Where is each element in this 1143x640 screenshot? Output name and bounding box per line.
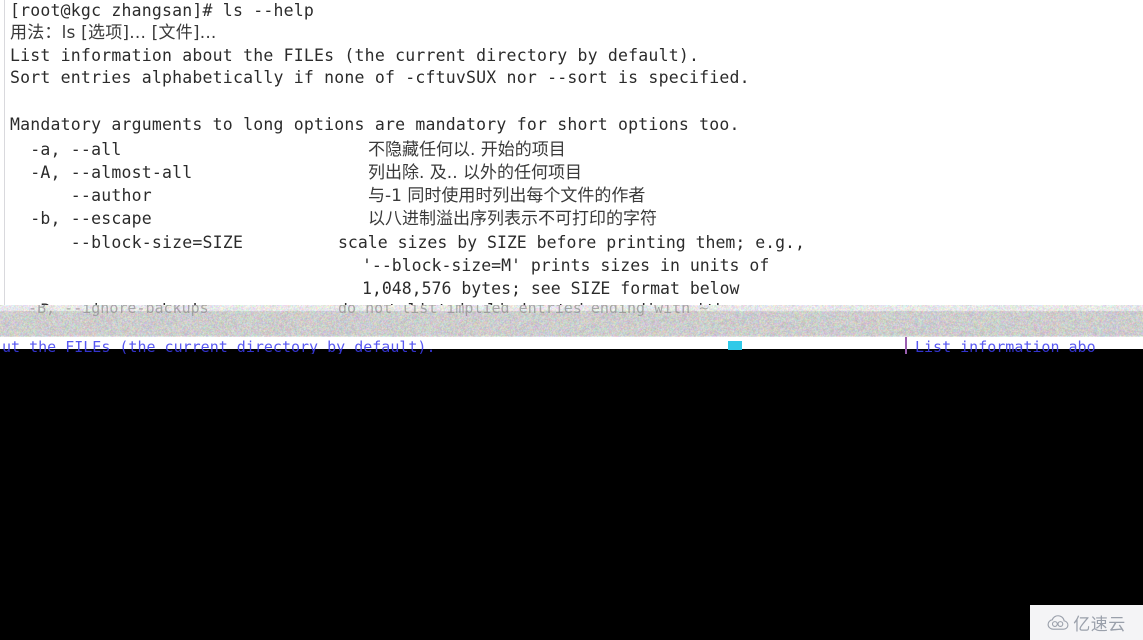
watermark-text: 亿速云 (1073, 615, 1126, 635)
shell-prompt-line: [root@kgc zhangsan]# ls --help (10, 1, 315, 20)
terminal-output-pane: [root@kgc zhangsan]# ls --help 用法：ls [选项… (0, 0, 1143, 305)
block-size-continuation-line-2: 1,048,576 bytes; see SIZE format below (362, 279, 740, 298)
glitch-cyan-block (728, 341, 742, 350)
option-desc-all: 不隐藏任何以. 开始的项目 (368, 140, 566, 160)
option-desc-block-size: scale sizes by SIZE before printing them… (338, 233, 805, 252)
glitch-ghost-text-row: ut the FILEs (the current directory by d… (0, 340, 1143, 354)
option-desc-escape: 以八进制溢出序列表示不可打印的字符 (368, 209, 657, 229)
glitch-ghost-flags: -B, --ignore-backups (10, 305, 209, 317)
empty-black-region (0, 355, 1143, 640)
option-flags-block-size: --block-size=SIZE (10, 233, 244, 252)
option-flags-almost-all: -A, --almost-all (10, 163, 193, 182)
glitch-ghost-text-right: List information abo (915, 340, 1096, 354)
option-flags-all: -a, --all (10, 140, 122, 159)
option-desc-almost-all: 列出除. 及.. 以外的任何项目 (368, 163, 583, 183)
description-line-2: Sort entries alphabetically if none of -… (10, 68, 750, 87)
glitch-ghost-text-left: ut the FILEs (the current directory by d… (2, 340, 436, 354)
option-flags-escape: -b, --escape (10, 209, 152, 228)
option-flags-author: --author (10, 186, 152, 205)
cloud-logo-icon (1047, 614, 1069, 630)
option-desc-author: 与-1 同时使用时列出每个文件的作者 (368, 186, 646, 206)
mandatory-arguments-note: Mandatory arguments to long options are … (10, 115, 740, 134)
terminal-left-border (4, 0, 5, 305)
watermark: 亿速云 (1030, 605, 1143, 640)
description-line-1: List information about the FILEs (the cu… (10, 46, 700, 65)
glitch-ghost-desc: do not list implied entries ending with … (338, 305, 709, 317)
block-size-continuation-line-1: '--block-size=M' prints sizes in units o… (362, 256, 770, 275)
usage-line: 用法：ls [选项]... [文件]... (10, 23, 217, 43)
glitch-vertical-divider (905, 337, 907, 354)
